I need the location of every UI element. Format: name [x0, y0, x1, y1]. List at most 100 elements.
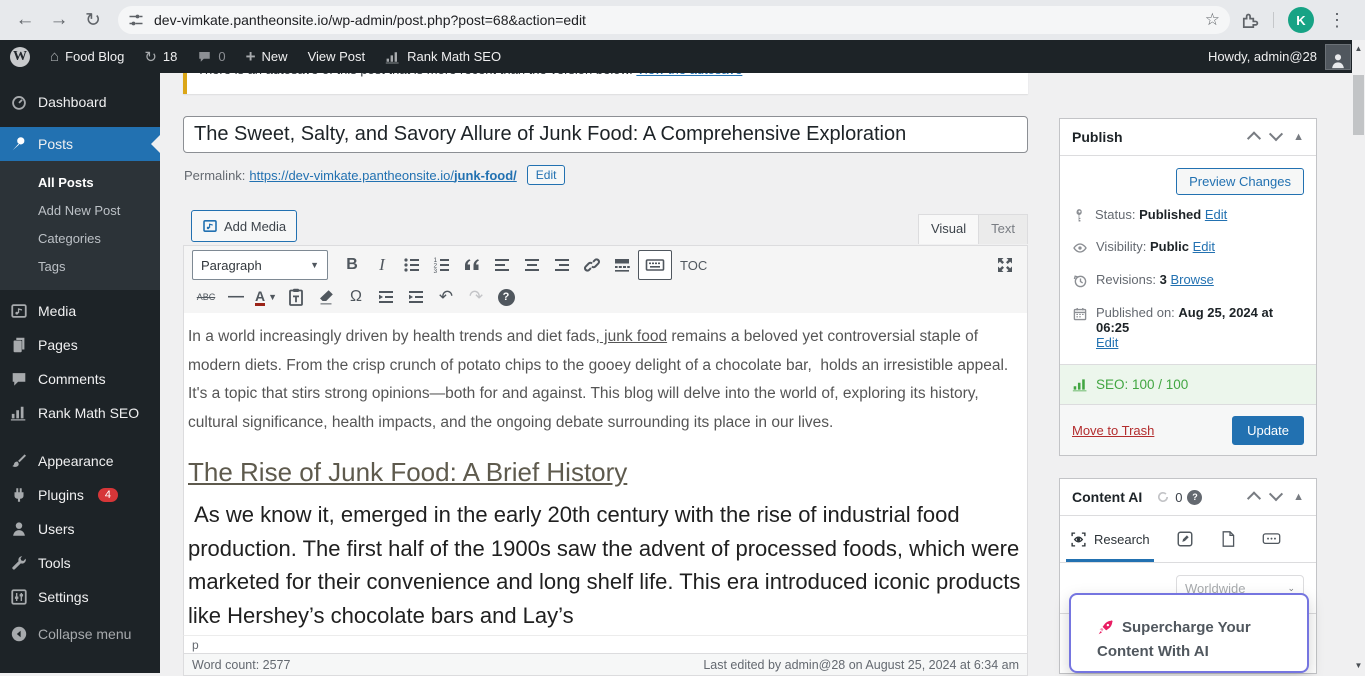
- new-content-menu[interactable]: + New: [236, 40, 298, 73]
- sidebar-item-comments[interactable]: Comments: [0, 362, 160, 396]
- sidebar-item-pages[interactable]: Pages: [0, 328, 160, 362]
- sidebar-item-tools[interactable]: Tools: [0, 546, 160, 580]
- sidebar-item-tags[interactable]: Tags: [0, 252, 160, 280]
- tab-write[interactable]: [1176, 516, 1194, 562]
- toggle-panel-icon[interactable]: ▲: [1293, 131, 1304, 143]
- toolbar-toggle-button[interactable]: [638, 250, 672, 280]
- move-to-trash-link[interactable]: Move to Trash: [1072, 423, 1154, 438]
- rank-math-menu[interactable]: Rank Math SEO: [375, 40, 511, 73]
- move-up-icon[interactable]: [1247, 491, 1261, 505]
- comments-menu[interactable]: 0: [187, 40, 235, 73]
- element-path[interactable]: p: [192, 638, 199, 652]
- add-media-icon: [202, 218, 218, 234]
- browser-menu-icon[interactable]: ⋮: [1328, 10, 1346, 31]
- howdy-text[interactable]: Howdy, admin@28: [1208, 49, 1317, 64]
- align-left-button[interactable]: [488, 252, 516, 278]
- classic-editor: Add Media Visual Text Paragraph▼ B I 123: [183, 208, 1028, 674]
- preview-changes-button[interactable]: Preview Changes: [1176, 168, 1304, 195]
- italic-button[interactable]: I: [368, 252, 396, 278]
- site-name-menu[interactable]: ⌂ Food Blog: [40, 40, 134, 73]
- sidebar-item-rank-math[interactable]: Rank Math SEO: [0, 396, 160, 430]
- scroll-down-arrow[interactable]: ▼: [1352, 657, 1365, 673]
- redo-button[interactable]: ↷: [462, 284, 490, 310]
- sidebar-item-posts[interactable]: Posts: [0, 127, 160, 161]
- bookmark-star-icon[interactable]: ☆: [1205, 10, 1220, 30]
- insert-link-button[interactable]: [578, 252, 606, 278]
- site-info-icon[interactable]: [128, 12, 144, 28]
- permalink-edit-button[interactable]: Edit: [527, 165, 566, 185]
- toc-button[interactable]: TOC: [674, 258, 713, 273]
- bullet-list-button[interactable]: [398, 252, 426, 278]
- add-media-button[interactable]: Add Media: [191, 210, 297, 242]
- page-scrollbar[interactable]: ▲ ▼: [1352, 40, 1365, 673]
- browser-profile-avatar[interactable]: K: [1288, 7, 1314, 33]
- view-autosave-link[interactable]: View the autosave: [636, 73, 742, 77]
- indent-button[interactable]: [402, 284, 430, 310]
- sidebar-item-appearance[interactable]: Appearance: [0, 444, 160, 478]
- user-avatar[interactable]: [1325, 44, 1351, 70]
- blockquote-button[interactable]: [458, 252, 486, 278]
- post-title-input[interactable]: [183, 116, 1028, 153]
- refresh-icon[interactable]: [1156, 490, 1170, 504]
- editor-content-area[interactable]: In a world increasingly driven by health…: [183, 313, 1028, 635]
- permalink-link[interactable]: https://dev-vimkate.pantheonsite.io/junk…: [249, 168, 516, 183]
- edit-published-link[interactable]: Edit: [1096, 335, 1118, 350]
- undo-button[interactable]: ↶: [432, 284, 460, 310]
- revisions-value: 3: [1160, 272, 1167, 287]
- align-right-button[interactable]: [548, 252, 576, 278]
- help-badge-icon[interactable]: ?: [1187, 490, 1202, 505]
- strikethrough-button[interactable]: ABC: [192, 284, 220, 310]
- sidebar-item-dashboard[interactable]: Dashboard: [0, 85, 160, 119]
- fullscreen-button[interactable]: [991, 252, 1019, 278]
- move-down-icon[interactable]: [1269, 127, 1283, 141]
- move-up-icon[interactable]: [1247, 131, 1261, 145]
- scroll-up-arrow[interactable]: ▲: [1352, 40, 1365, 56]
- chevron-down-icon: ⌄: [1287, 583, 1295, 594]
- numbered-list-button[interactable]: 123: [428, 252, 456, 278]
- address-bar[interactable]: dev-vimkate.pantheonsite.io/wp-admin/pos…: [118, 6, 1230, 34]
- special-character-button[interactable]: Ω: [342, 284, 370, 310]
- view-post-menu[interactable]: View Post: [298, 40, 376, 73]
- align-center-button[interactable]: [518, 252, 546, 278]
- content-ai-promo-popup[interactable]: Supercharge Your Content With AI: [1069, 593, 1309, 673]
- tab-text[interactable]: Text: [978, 214, 1028, 244]
- tab-chat[interactable]: [1262, 516, 1281, 562]
- sidebar-item-plugins[interactable]: Plugins 4: [0, 478, 160, 512]
- scrollbar-thumb[interactable]: [1353, 75, 1364, 135]
- junk-food-link[interactable]: junk food: [600, 328, 667, 345]
- publish-panel-header[interactable]: Publish ▲: [1060, 119, 1316, 156]
- edit-visibility-link[interactable]: Edit: [1193, 239, 1215, 254]
- tab-document[interactable]: [1220, 516, 1236, 562]
- move-down-icon[interactable]: [1269, 487, 1283, 501]
- outdent-button[interactable]: [372, 284, 400, 310]
- autosave-notice-text: There is an autosave of this post that i…: [197, 73, 633, 77]
- paragraph-format-select[interactable]: Paragraph▼: [192, 250, 328, 280]
- update-button[interactable]: Update: [1232, 416, 1304, 445]
- content-ai-header[interactable]: Content AI 0 ? ▲: [1060, 479, 1316, 516]
- sidebar-item-all-posts[interactable]: All Posts: [0, 168, 160, 196]
- sidebar-item-categories[interactable]: Categories: [0, 224, 160, 252]
- browser-back-button[interactable]: ←: [8, 9, 42, 31]
- sidebar-item-media[interactable]: Media: [0, 294, 160, 328]
- text-color-button[interactable]: A ▼: [252, 284, 280, 310]
- edit-status-link[interactable]: Edit: [1205, 207, 1227, 222]
- sidebar-item-settings[interactable]: Settings: [0, 580, 160, 614]
- help-button[interactable]: ?: [492, 284, 520, 310]
- browser-forward-button[interactable]: →: [42, 9, 76, 31]
- browser-reload-button[interactable]: ↻: [76, 9, 110, 32]
- sidebar-item-add-new-post[interactable]: Add New Post: [0, 196, 160, 224]
- clear-formatting-button[interactable]: [312, 284, 340, 310]
- collapse-menu-button[interactable]: Collapse menu: [0, 617, 160, 651]
- tab-visual[interactable]: Visual: [918, 214, 978, 244]
- paste-as-text-button[interactable]: [282, 284, 310, 310]
- wp-logo-menu[interactable]: W: [0, 40, 40, 73]
- tab-research[interactable]: Research: [1070, 516, 1150, 562]
- toggle-panel-icon[interactable]: ▲: [1293, 491, 1304, 503]
- updates-menu[interactable]: ↻ 18: [134, 40, 187, 73]
- browse-revisions-link[interactable]: Browse: [1170, 272, 1213, 287]
- horizontal-rule-button[interactable]: —: [222, 284, 250, 310]
- extensions-icon[interactable]: [1240, 11, 1259, 30]
- sidebar-item-users[interactable]: Users: [0, 512, 160, 546]
- read-more-button[interactable]: [608, 252, 636, 278]
- bold-button[interactable]: B: [338, 252, 366, 278]
